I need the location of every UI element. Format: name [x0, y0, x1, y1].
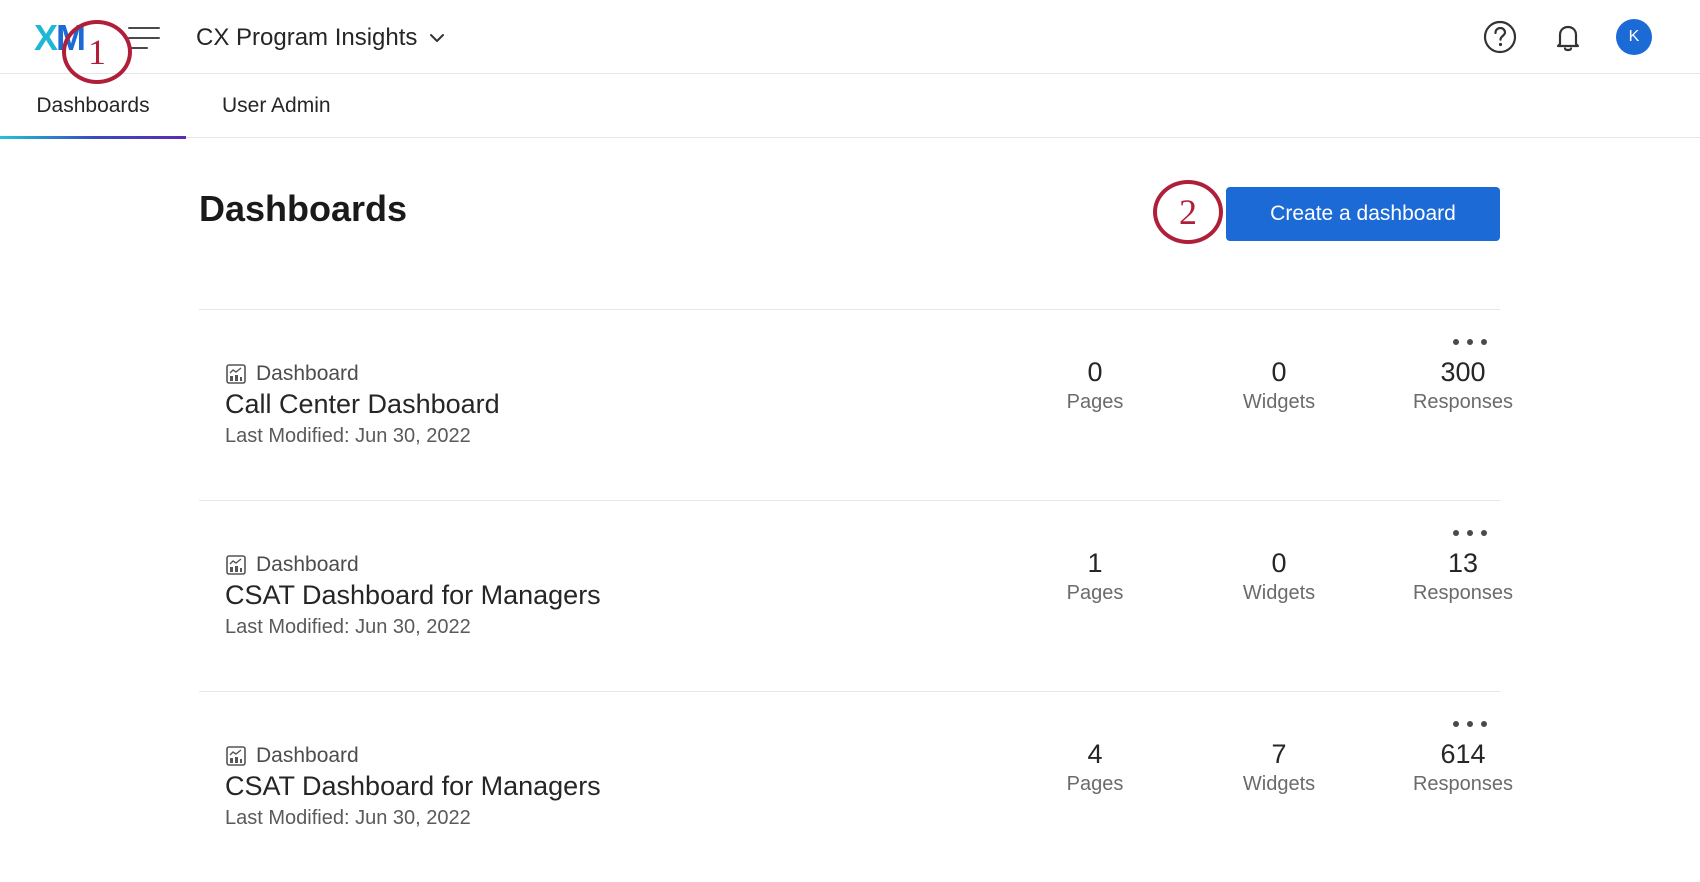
project-switcher[interactable]: CX Program Insights: [196, 22, 447, 54]
widgets-count: 0: [1271, 357, 1287, 387]
widgets-label: Widgets: [1242, 773, 1316, 795]
item-type-label: Dashboard: [256, 553, 359, 576]
page-title: Dashboards: [199, 188, 408, 229]
widgets-stat: 0 Widgets: [1209, 547, 1349, 607]
dashboard-name[interactable]: CSAT Dashboard for Managers: [225, 771, 601, 802]
responses-label: Responses: [1412, 582, 1514, 604]
callout-1: 1: [62, 20, 132, 84]
help-icon[interactable]: [1480, 17, 1520, 57]
pages-label: Pages: [1066, 582, 1124, 604]
pages-stat: 0 Pages: [1025, 356, 1165, 416]
dashboard-icon: [226, 555, 246, 575]
callout-2: 2: [1153, 180, 1223, 244]
pages-stat: 1 Pages: [1025, 547, 1165, 607]
avatar[interactable]: K: [1616, 19, 1652, 55]
item-type-label: Dashboard: [256, 744, 359, 767]
dashboard-icon: [226, 364, 246, 384]
responses-count: 300: [1440, 357, 1486, 387]
top-bar: XM CX Program Insights K: [0, 0, 1700, 74]
create-dashboard-button[interactable]: Create a dashboard: [1226, 187, 1500, 241]
widgets-count: 0: [1271, 548, 1287, 578]
dashboard-name[interactable]: Call Center Dashboard: [225, 389, 500, 420]
bell-icon[interactable]: [1548, 17, 1588, 57]
tab-user-admin[interactable]: User Admin: [222, 74, 331, 138]
responses-stat: 13 Responses: [1393, 547, 1533, 607]
list-item[interactable]: Dashboard CSAT Dashboard for Managers La…: [199, 500, 1513, 691]
last-modified: Last Modified: Jun 30, 2022: [225, 807, 471, 829]
widgets-label: Widgets: [1242, 582, 1316, 604]
item-type: Dashboard: [225, 362, 359, 386]
last-modified: Last Modified: Jun 30, 2022: [225, 616, 471, 638]
tab-bar: Dashboards User Admin: [0, 74, 1700, 139]
logo-x: X: [34, 17, 58, 58]
project-title: CX Program Insights: [196, 24, 418, 51]
widgets-stat: 0 Widgets: [1209, 356, 1349, 416]
dashboard-list: Dashboard Call Center Dashboard Last Mod…: [199, 309, 1513, 882]
more-icon[interactable]: [1453, 714, 1487, 734]
pages-label: Pages: [1066, 773, 1124, 795]
pages-count: 0: [1087, 357, 1103, 387]
more-icon[interactable]: [1453, 332, 1487, 352]
widgets-label: Widgets: [1242, 391, 1316, 413]
pages-label: Pages: [1066, 391, 1124, 413]
responses-count: 614: [1440, 739, 1486, 769]
list-item[interactable]: Dashboard Call Center Dashboard Last Mod…: [199, 309, 1513, 500]
chevron-down-icon: [430, 34, 445, 42]
dashboard-name[interactable]: CSAT Dashboard for Managers: [225, 580, 601, 611]
dashboard-icon: [226, 746, 246, 766]
pages-count: 1: [1087, 548, 1103, 578]
widgets-stat: 7 Widgets: [1209, 738, 1349, 798]
responses-label: Responses: [1412, 773, 1514, 795]
responses-label: Responses: [1412, 391, 1514, 413]
responses-stat: 614 Responses: [1393, 738, 1533, 798]
last-modified: Last Modified: Jun 30, 2022: [225, 425, 471, 447]
pages-stat: 4 Pages: [1025, 738, 1165, 798]
item-type: Dashboard: [225, 744, 359, 768]
widgets-count: 7: [1271, 739, 1287, 769]
responses-stat: 300 Responses: [1393, 356, 1533, 416]
responses-count: 13: [1447, 548, 1479, 578]
item-type-label: Dashboard: [256, 362, 359, 385]
list-item[interactable]: Dashboard CSAT Dashboard for Managers La…: [199, 691, 1513, 882]
pages-count: 4: [1087, 739, 1103, 769]
more-icon[interactable]: [1453, 523, 1487, 543]
hamburger-icon[interactable]: [128, 27, 160, 49]
item-type: Dashboard: [225, 553, 359, 577]
